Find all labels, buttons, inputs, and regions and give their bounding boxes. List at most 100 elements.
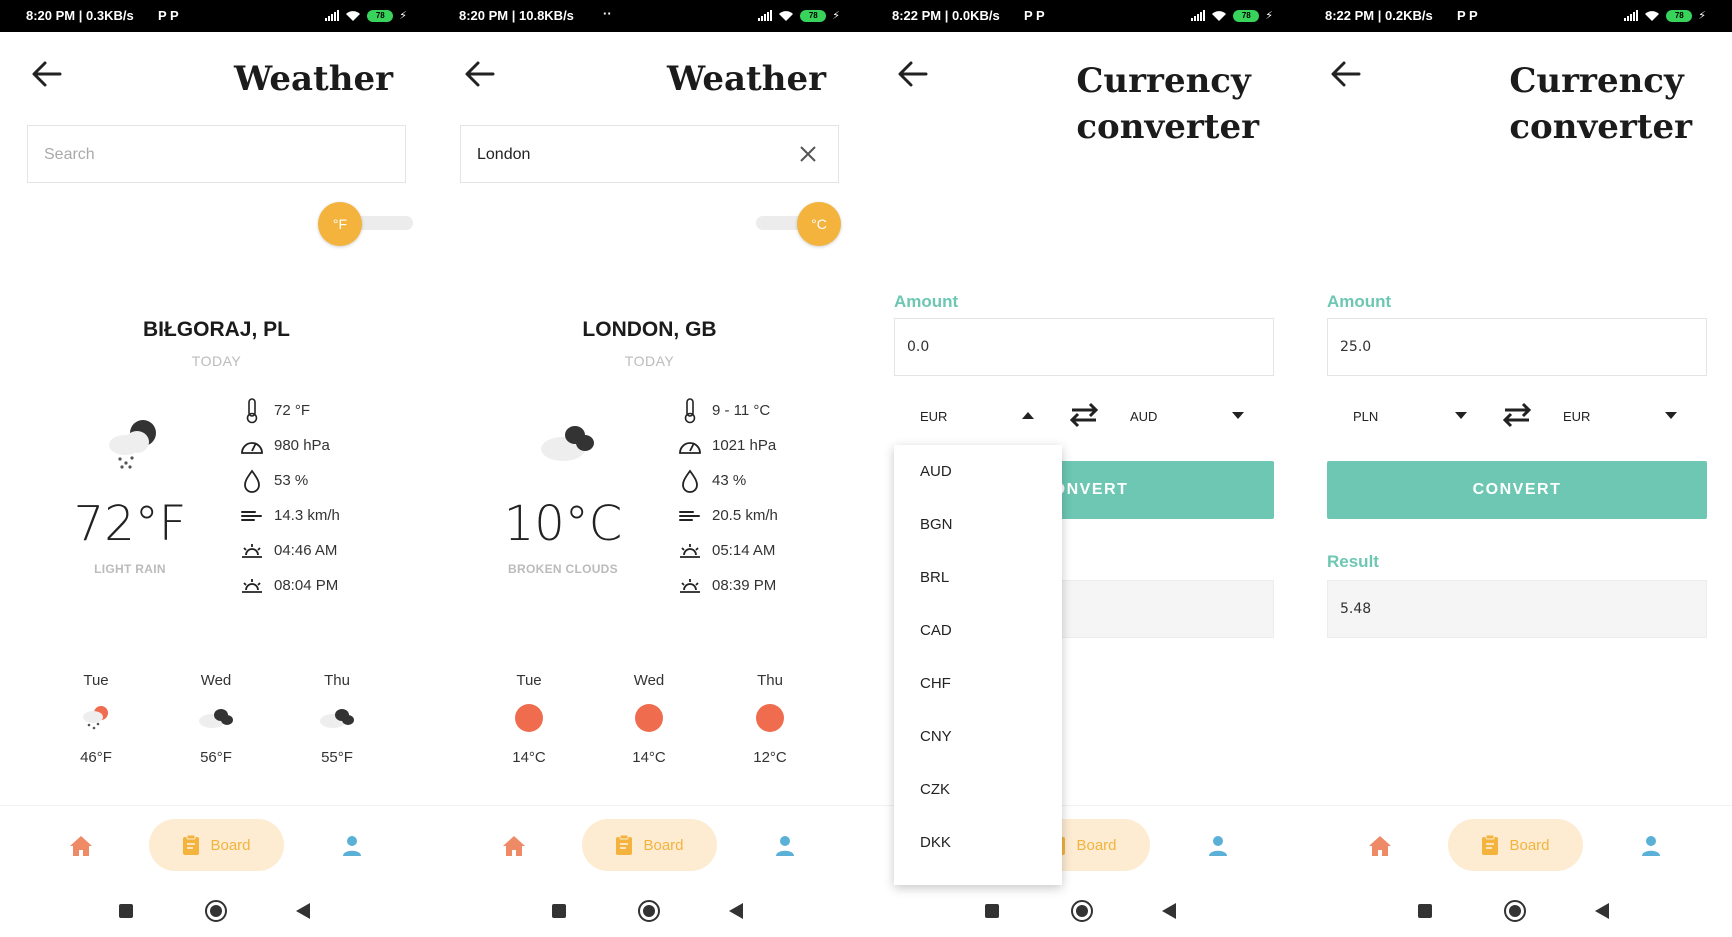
dropdown-option[interactable]: BGN xyxy=(894,508,1062,561)
city-name: BIŁGORAJ, PL xyxy=(142,318,290,341)
detail-humidity: 43 % xyxy=(678,463,778,498)
forecast-day: Wed 56°F xyxy=(176,672,256,766)
dropdown-option[interactable]: CNY xyxy=(894,720,1062,773)
recents-button[interactable] xyxy=(1418,904,1432,918)
status-bar: 8:22 PM | 0.0KB/s P P 78 ⚡ xyxy=(866,0,1299,32)
page-title-line2: converter xyxy=(1076,107,1259,147)
recents-button[interactable] xyxy=(985,904,999,918)
detail-temperature: 9 - 11 °C xyxy=(678,393,778,428)
sunset-icon xyxy=(240,574,264,598)
from-currency-select[interactable]: EUR xyxy=(894,404,1054,428)
dropdown-option[interactable]: CZK xyxy=(894,773,1062,826)
detail-wind: 14.3 km/h xyxy=(240,498,340,533)
to-currency-select[interactable]: EUR xyxy=(1537,404,1697,428)
weather-screen-london: 8:20 PM | 10.8KB/s ·· 78 ⚡ Weather Londo… xyxy=(433,0,866,937)
home-icon[interactable] xyxy=(501,834,527,858)
back-arrow-icon[interactable] xyxy=(463,60,495,88)
forecast-day: Wed 14°C xyxy=(632,672,666,766)
detail-sunrise: 05:14 AM xyxy=(678,533,778,568)
home-button[interactable] xyxy=(205,900,227,922)
unit-toggle-track[interactable] xyxy=(353,216,413,230)
home-icon[interactable] xyxy=(68,834,94,858)
back-arrow-icon[interactable] xyxy=(30,60,62,88)
swap-icon[interactable] xyxy=(1066,400,1102,430)
back-button[interactable] xyxy=(296,903,310,919)
dropdown-option[interactable]: CHF xyxy=(894,667,1062,720)
status-time: 8:20 PM | 0.3KB/s xyxy=(26,8,134,23)
battery-icon: 78 xyxy=(800,9,827,22)
swap-icon[interactable] xyxy=(1499,400,1535,430)
dropdown-option[interactable]: BRL xyxy=(894,561,1062,614)
system-navigation xyxy=(0,895,433,925)
page-title: Currency converter xyxy=(1509,58,1692,150)
wifi-icon xyxy=(779,10,794,21)
page-title: Currency converter xyxy=(1076,58,1259,150)
detail-sunset: 08:39 PM xyxy=(678,568,778,603)
rain-sun-icon xyxy=(83,706,108,730)
amount-input[interactable]: 0.0 xyxy=(894,318,1274,376)
home-button[interactable] xyxy=(638,900,660,922)
back-arrow-icon[interactable] xyxy=(1329,60,1361,88)
bottom-navigation: Board xyxy=(0,805,433,885)
search-value: London xyxy=(477,146,531,163)
home-icon[interactable] xyxy=(1367,834,1393,858)
home-button[interactable] xyxy=(1071,900,1093,922)
back-arrow-icon[interactable] xyxy=(896,60,928,88)
charging-icon: ⚡ xyxy=(832,10,840,22)
status-extra: P P xyxy=(1457,8,1478,23)
droplet-icon xyxy=(240,468,264,493)
dropdown-option[interactable]: CAD xyxy=(894,614,1062,667)
sunrise-icon xyxy=(240,539,264,563)
status-time: 8:22 PM | 0.2KB/s xyxy=(1325,8,1433,23)
page-title-line1: Currency xyxy=(1509,61,1684,101)
amount-label: Amount xyxy=(1327,292,1392,311)
thermometer-icon xyxy=(240,397,264,423)
currency-dropdown: AUD BGN BRL CAD CHF CNY CZK DKK xyxy=(894,445,1062,885)
search-input[interactable]: London xyxy=(460,125,839,183)
board-tab-label: Board xyxy=(210,836,251,854)
weather-screen-bilgoraj: 8:20 PM | 0.3KB/s P P 78 ⚡ Weather Searc… xyxy=(0,0,433,937)
board-tab[interactable]: Board xyxy=(149,819,284,871)
weather-description: LIGHT RAIN xyxy=(94,562,166,576)
recents-button[interactable] xyxy=(119,904,133,918)
profile-icon[interactable] xyxy=(1206,834,1230,858)
detail-humidity: 53 % xyxy=(240,463,340,498)
profile-icon[interactable] xyxy=(340,834,364,858)
broken-clouds-icon xyxy=(541,426,594,461)
board-tab[interactable]: Board xyxy=(582,819,717,871)
from-currency-select[interactable]: PLN xyxy=(1327,404,1487,428)
unit-toggle-knob[interactable]: °C xyxy=(797,202,841,246)
back-button[interactable] xyxy=(1162,903,1176,919)
wifi-icon xyxy=(1645,10,1660,21)
sunrise-icon xyxy=(678,539,702,563)
convert-button[interactable]: CONVERT xyxy=(1327,461,1707,519)
status-extra: P P xyxy=(158,8,179,23)
page-title-line2: converter xyxy=(1509,107,1692,147)
forecast-day: Thu 12°C xyxy=(753,672,787,766)
wind-icon xyxy=(240,504,264,528)
search-input[interactable]: Search xyxy=(27,125,406,183)
home-button[interactable] xyxy=(1504,900,1526,922)
current-temperature: 10°C xyxy=(503,496,623,552)
amount-input[interactable]: 25.0 xyxy=(1327,318,1707,376)
caret-up-icon xyxy=(1022,412,1034,419)
clipboard-icon xyxy=(183,834,200,855)
forecast-row: Tue 46°F Wed 56°F Thu 55°F xyxy=(0,672,433,772)
detail-pressure: 980 hPa xyxy=(240,428,340,463)
battery-icon: 78 xyxy=(1233,9,1260,22)
dropdown-option[interactable]: AUD xyxy=(894,455,1062,508)
system-navigation xyxy=(866,895,1299,925)
amount-label: Amount xyxy=(894,292,959,311)
dropdown-option[interactable]: DKK xyxy=(894,826,1062,879)
to-currency-select[interactable]: AUD xyxy=(1104,404,1264,428)
unit-toggle-knob[interactable]: °F xyxy=(318,202,362,246)
back-button[interactable] xyxy=(1595,903,1609,919)
recents-button[interactable] xyxy=(552,904,566,918)
back-button[interactable] xyxy=(729,903,743,919)
status-extra: ·· xyxy=(603,6,612,21)
gauge-icon xyxy=(678,434,702,458)
profile-icon[interactable] xyxy=(1639,834,1663,858)
profile-icon[interactable] xyxy=(773,834,797,858)
clear-icon[interactable] xyxy=(798,144,818,164)
board-tab[interactable]: Board xyxy=(1448,819,1583,871)
